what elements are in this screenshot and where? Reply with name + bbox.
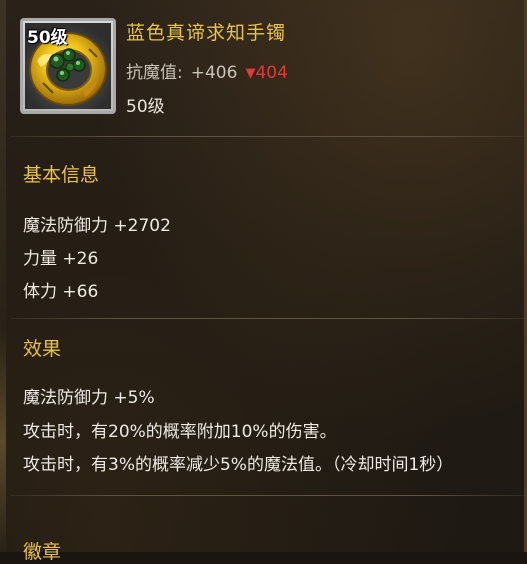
divider — [10, 136, 525, 137]
panel-left-border — [0, 0, 6, 552]
basic-info-title: 基本信息 — [23, 164, 100, 186]
stat-line: 力量 +26 — [23, 249, 99, 269]
resist-delta: 404 — [255, 63, 288, 83]
stat-line: 魔法防御力 +2702 — [23, 216, 171, 236]
divider — [10, 318, 525, 319]
item-level-tag: 50级 — [27, 28, 68, 48]
item-icon-frame[interactable]: 50级 — [20, 18, 116, 114]
resist-label: 抗魔值: — [126, 63, 183, 83]
item-tooltip-panel: 50级 蓝色真谛求知手镯 抗魔值: +406 ▼404 50级 基本信息 魔法防御力… — [0, 0, 527, 563]
resist-row: 抗魔值: +406 ▼404 — [126, 58, 288, 83]
effect-line: 攻击时，有3%的概率减少5%的魔法值。（冷却时间1秒） — [23, 455, 454, 475]
effect-line: 攻击时，有20%的概率附加10%的伤害。 — [23, 422, 337, 442]
stat-line: 体力 +66 — [23, 282, 99, 302]
effect-line: 魔法防御力 +5% — [23, 388, 155, 408]
item-level: 50级 — [126, 97, 165, 117]
emblem-title: 徽章 — [23, 541, 62, 563]
triangle-down-icon: ▼ — [245, 66, 256, 81]
resist-value: +406 — [190, 63, 238, 83]
item-name: 蓝色真谛求知手镯 — [126, 22, 287, 44]
effects-title: 效果 — [23, 338, 62, 360]
divider — [10, 495, 525, 496]
